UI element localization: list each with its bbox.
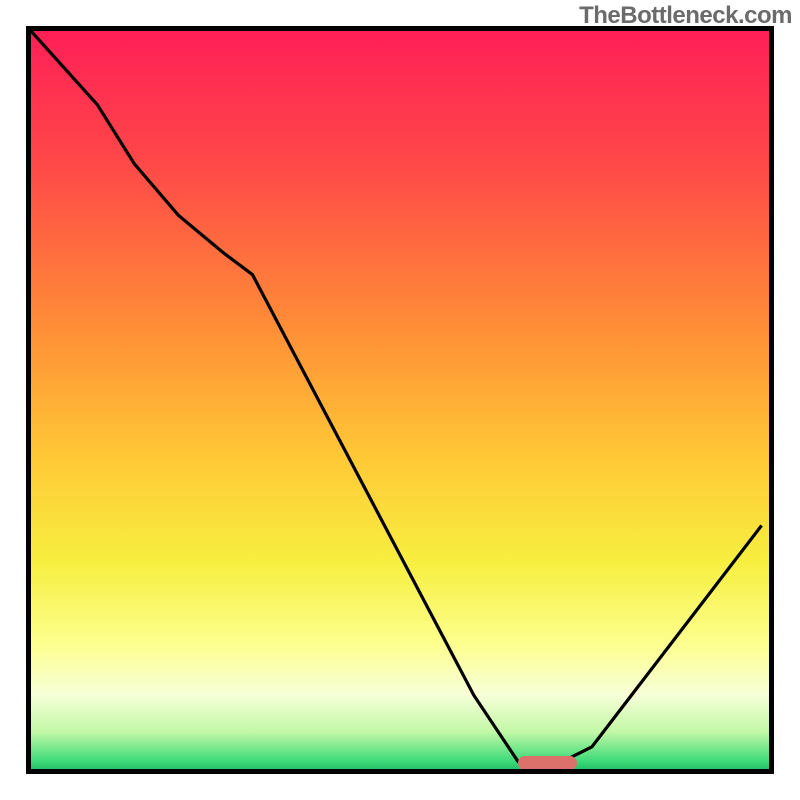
bottleneck-curve xyxy=(31,31,769,769)
curve-polyline xyxy=(31,31,762,762)
chart-frame: TheBottleneck.com xyxy=(0,0,800,800)
optimum-marker xyxy=(518,756,577,770)
plot-area xyxy=(26,26,774,774)
